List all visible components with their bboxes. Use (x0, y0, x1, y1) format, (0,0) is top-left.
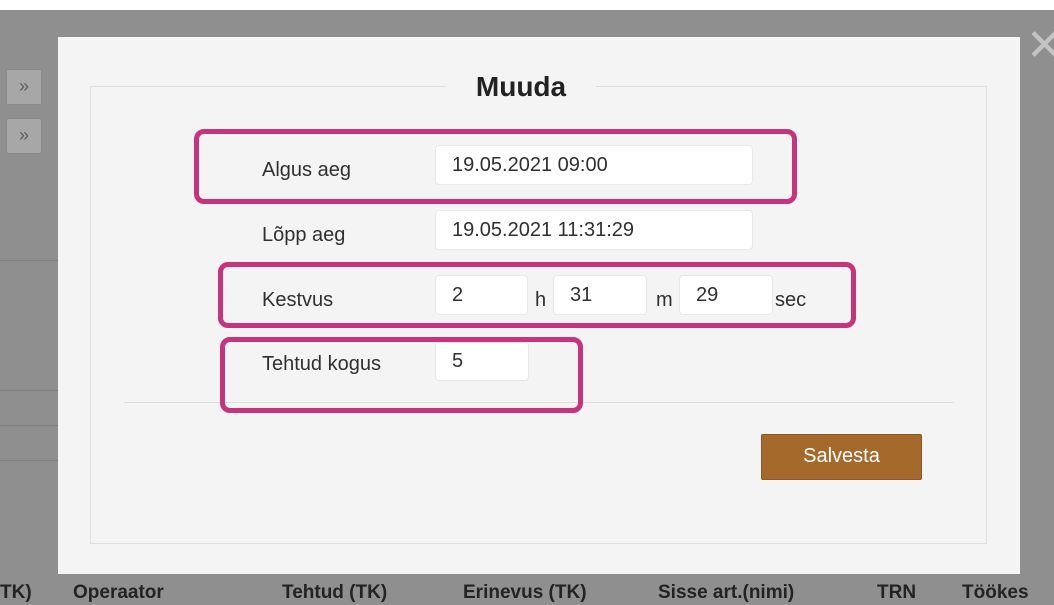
column-header-tehtud: Tehtud (TK) (282, 582, 388, 603)
page-top-strip (0, 0, 1054, 10)
annotation-highlight-start-time (194, 129, 797, 204)
close-icon[interactable]: ✕ (1026, 24, 1054, 68)
column-header: TK) (0, 582, 32, 603)
expand-button[interactable]: » (6, 69, 42, 105)
column-header-sisse-art: Sisse art.(nimi) (658, 582, 795, 603)
double-chevron-right-icon: » (18, 76, 29, 96)
background-row-divider (0, 425, 58, 426)
column-header-tookes: Töökes (962, 582, 1029, 603)
dialog-title: Muuda (446, 69, 596, 105)
column-header-operaator: Operaator (73, 582, 164, 603)
background-row-divider (0, 260, 58, 261)
expand-button[interactable]: » (6, 118, 42, 154)
background-row-divider (0, 460, 58, 461)
save-button[interactable]: Salvesta (761, 434, 922, 480)
end-time-label: Lõpp aeg (262, 224, 346, 246)
column-header-trn: TRN (877, 582, 917, 603)
annotation-highlight-duration (218, 262, 856, 328)
end-time-input[interactable] (435, 210, 753, 250)
annotation-highlight-quantity (220, 337, 583, 413)
column-header-erinevus: Erinevus (TK) (463, 582, 587, 603)
double-chevron-right-icon: » (18, 125, 29, 145)
background-row-divider (0, 390, 58, 391)
